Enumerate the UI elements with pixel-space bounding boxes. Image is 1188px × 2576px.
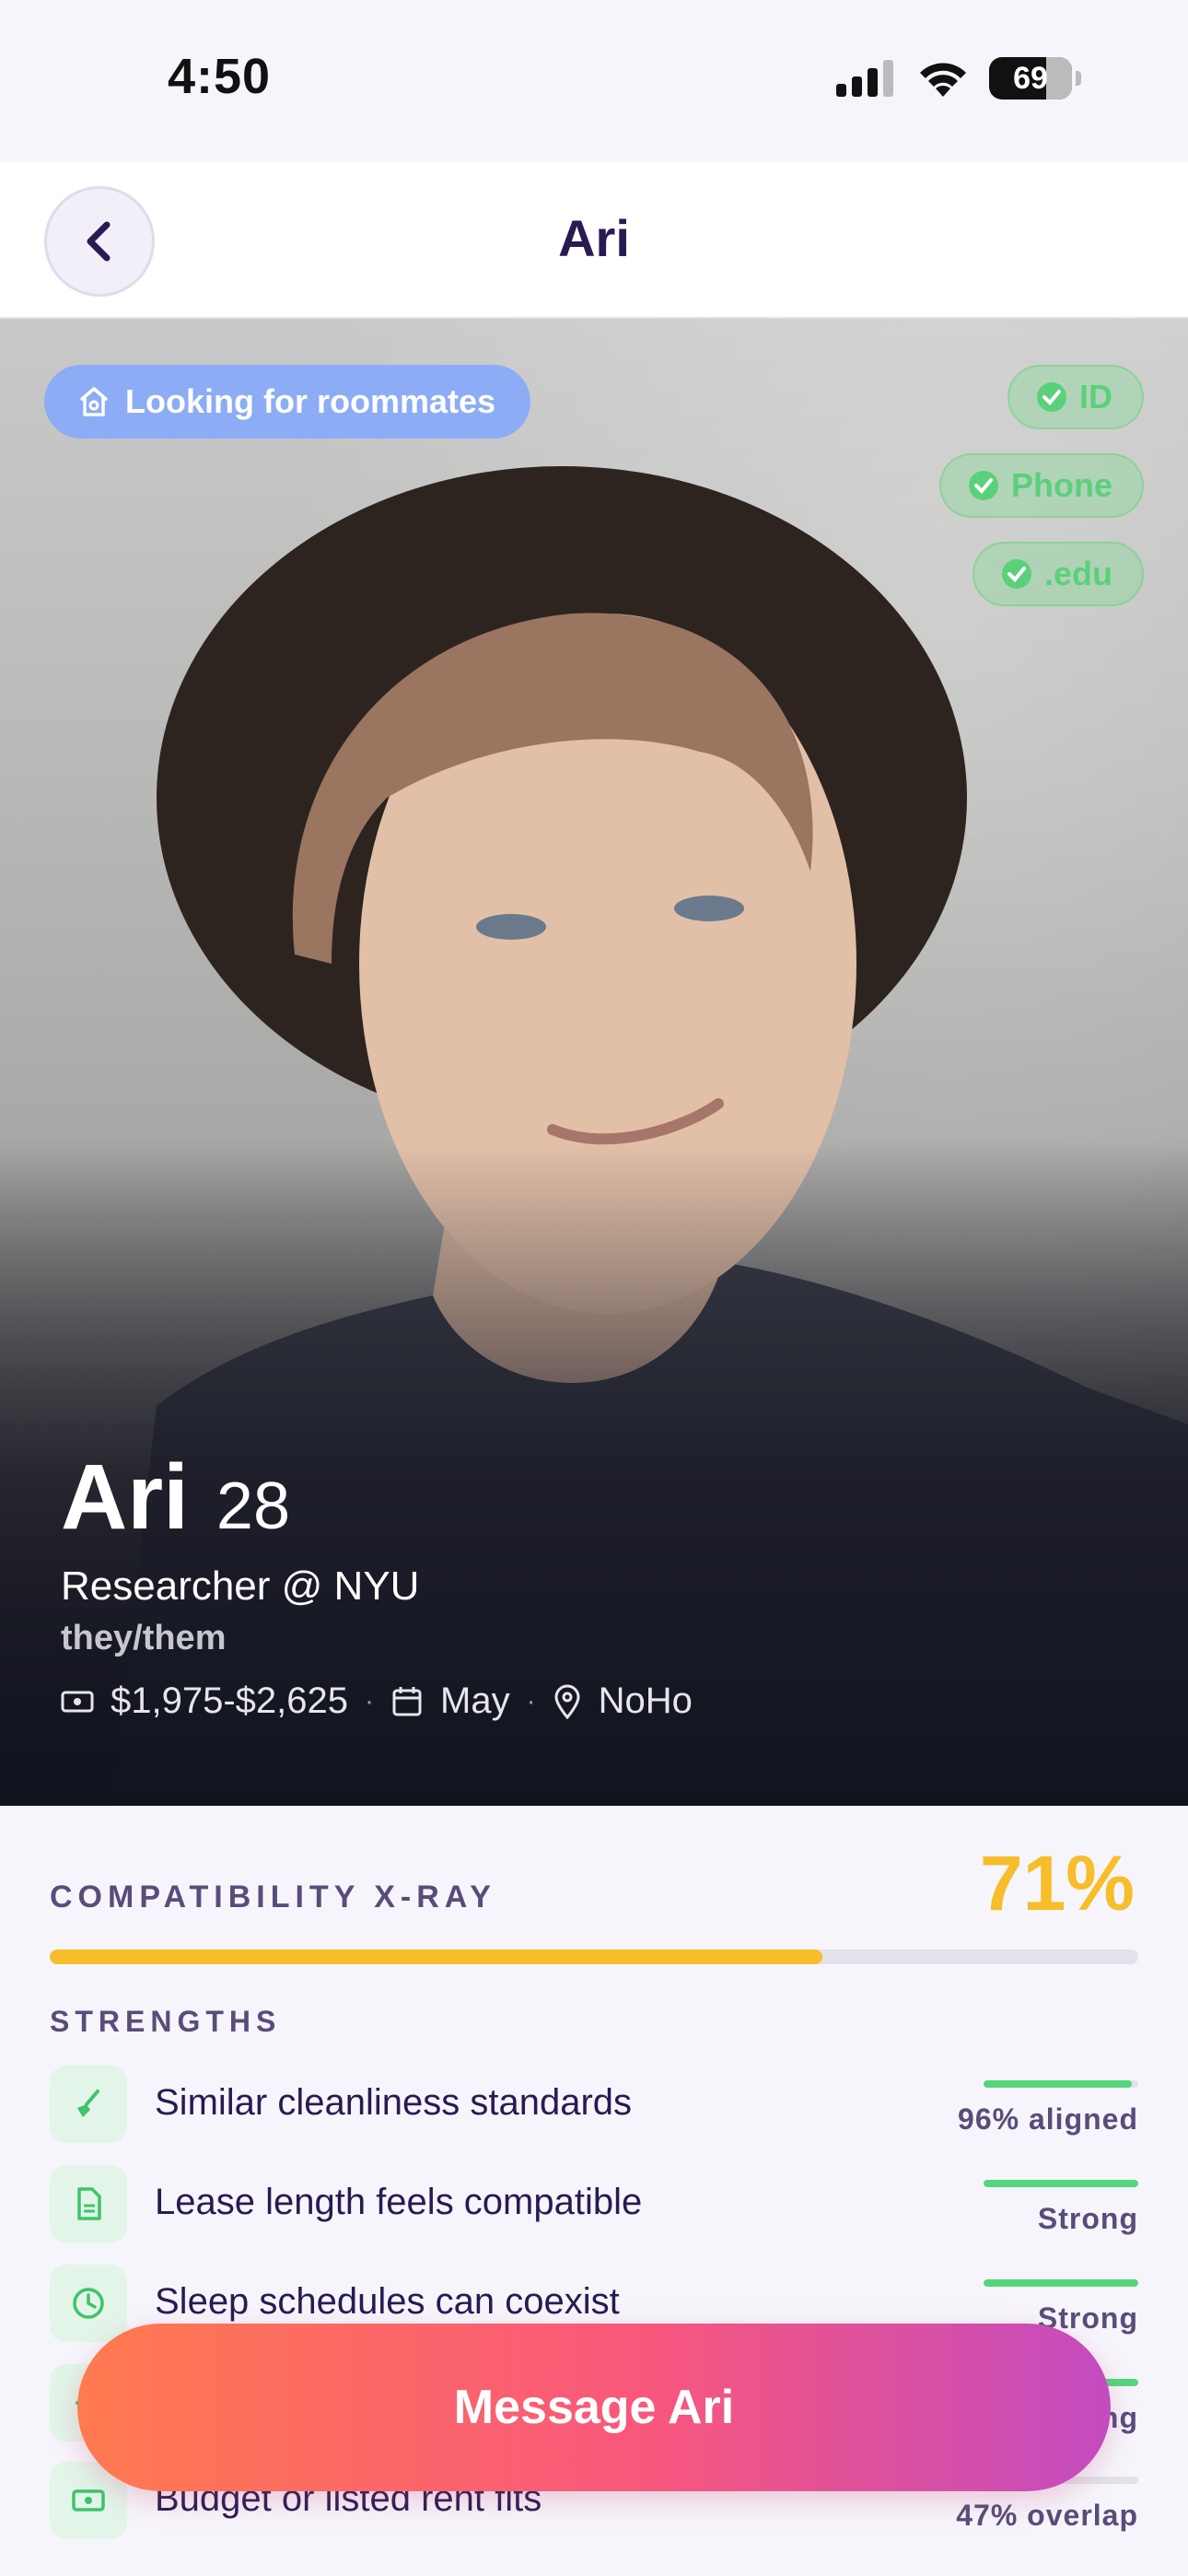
profile-pronouns: they/them — [61, 1619, 227, 1657]
move-in-month: May — [440, 1680, 510, 1721]
battery-icon: 69 — [989, 57, 1072, 100]
compatibility-progress-fill — [50, 1950, 823, 1964]
document-icon — [50, 2165, 127, 2242]
strength-value: 96% aligned — [958, 2102, 1138, 2136]
compatibility-progress-bar — [50, 1950, 1138, 1964]
profile-info: Ari 28 Researcher @ NYU they/them $1,975… — [61, 1445, 693, 1722]
verified-id-label: ID — [1079, 378, 1112, 416]
location-pin-icon — [554, 1684, 580, 1719]
wifi-icon — [920, 63, 966, 97]
calendar-icon — [392, 1686, 422, 1715]
profile-photo: Looking for roommates ID Phone .edu Ari … — [0, 319, 1188, 1806]
verified-edu-badge: .edu — [972, 542, 1144, 606]
verified-id-badge: ID — [1007, 365, 1144, 429]
profile-age: 28 — [215, 1469, 291, 1543]
compatibility-title: COMPATIBILITY X-RAY — [50, 1879, 496, 1914]
verified-phone-badge: Phone — [938, 453, 1144, 518]
verified-check-icon — [1037, 382, 1066, 412]
profile-job: Researcher @ NYU — [61, 1563, 420, 1609]
neighborhood: NoHo — [598, 1680, 693, 1721]
broom-icon — [50, 2066, 127, 2143]
verified-phone-label: Phone — [1010, 466, 1112, 504]
strength-label: Lease length feels compatible — [155, 2182, 643, 2222]
strength-level-bar — [984, 2180, 1138, 2187]
status-icons: 69 — [836, 57, 1081, 100]
verified-check-icon — [1001, 559, 1031, 589]
page-title: Ari — [558, 209, 630, 267]
budget-range: $1,975-$2,625 — [111, 1680, 349, 1721]
status-time: 4:50 — [168, 49, 272, 104]
strength-row: Similar cleanliness standards 96% aligne… — [50, 2066, 1138, 2143]
verified-check-icon — [968, 471, 998, 500]
nav-bar: Ari — [0, 162, 1188, 319]
battery-level: 69 — [1013, 60, 1048, 96]
strengths-title: STRENGTHS — [50, 2005, 282, 2038]
cellular-signal-icon — [836, 60, 893, 97]
cash-icon — [61, 1691, 94, 1712]
verified-edu-label: .edu — [1043, 555, 1112, 592]
strength-label: Sleep schedules can coexist — [155, 2281, 620, 2322]
clock-icon — [50, 2265, 127, 2342]
message-button[interactable]: Message Ari — [77, 2324, 1111, 2491]
strength-value: Strong — [1037, 2202, 1138, 2235]
strength-level-bar — [984, 2279, 1138, 2287]
house-search-icon — [79, 387, 109, 416]
strength-row: Lease length feels compatible Strong — [50, 2165, 1138, 2242]
status-bar: 4:50 69 — [0, 0, 1188, 162]
meta-separator: · — [365, 1685, 375, 1716]
strength-value: 47% overlap — [956, 2499, 1138, 2532]
battery-tip — [1076, 71, 1081, 86]
meta-separator: · — [526, 1685, 536, 1716]
looking-badge-label: Looking for roommates — [125, 382, 496, 420]
profile-name: Ari — [61, 1446, 189, 1549]
profile-meta: $1,975-$2,625 · May · NoHo — [61, 1680, 693, 1722]
compatibility-percent: 71% — [979, 1840, 1135, 1926]
strength-level-bar — [984, 2080, 1138, 2088]
looking-for-roommates-badge: Looking for roommates — [44, 365, 531, 439]
strength-label: Similar cleanliness standards — [155, 2082, 633, 2123]
